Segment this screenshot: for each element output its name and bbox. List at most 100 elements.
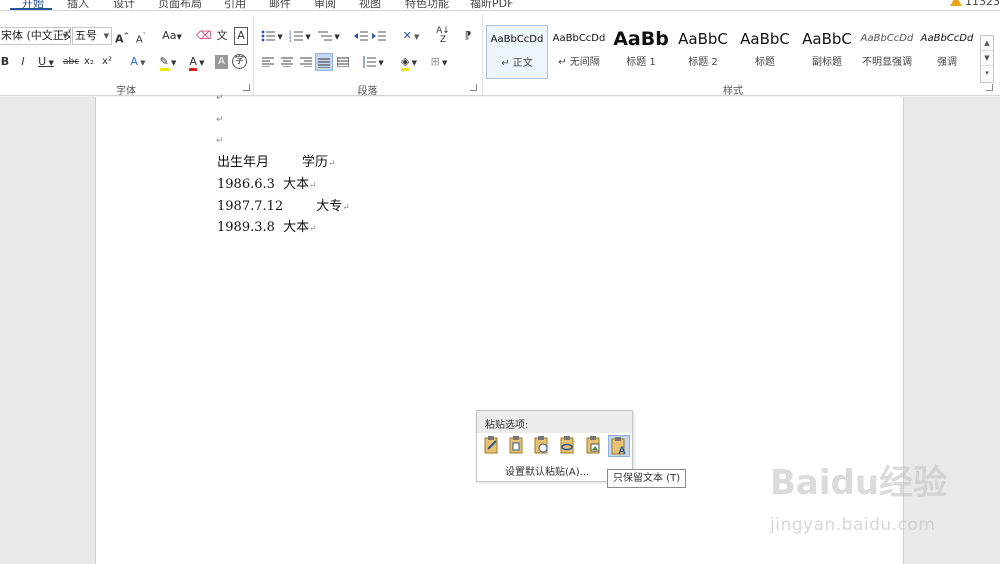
styles-group-label: 样式 <box>723 86 743 97</box>
tab-insert[interactable]: 插入 <box>67 0 89 10</box>
paste-keep-text-only-button[interactable]: A <box>608 435 630 457</box>
font-size-value: 五号 <box>75 29 97 42</box>
paste-keep-source-button[interactable] <box>480 435 502 457</box>
style-subtle-emphasis[interactable]: AaBbCcDd 不明显强调 <box>856 25 918 79</box>
style-emphasis[interactable]: AaBbCcDd 强调 <box>916 25 978 79</box>
svg-text:A: A <box>618 445 626 456</box>
style-name: 标题 1 <box>626 57 656 68</box>
bold-button[interactable]: B <box>0 53 10 71</box>
paste-picture-button[interactable] <box>582 435 604 457</box>
numbering-button[interactable]: 123 ▼ <box>288 27 312 45</box>
decrease-indent-button[interactable] <box>353 27 369 45</box>
bold-icon: B <box>0 55 10 68</box>
character-border-button[interactable]: A <box>234 27 248 45</box>
tab-view[interactable]: 视图 <box>359 0 381 10</box>
document-line[interactable]: 出生年月 学历↵ <box>217 151 336 170</box>
enclose-characters-icon: 字 <box>234 56 244 66</box>
styles-dialog-launcher-icon[interactable] <box>986 84 993 91</box>
change-case-button[interactable]: Aa▼ <box>160 27 184 45</box>
style-subtitle[interactable]: AaBbC 副标题 <box>796 25 858 79</box>
subscript-icon: x₂ <box>84 56 94 67</box>
paste-merge-formatting-button[interactable] <box>505 435 527 457</box>
text-effects-button[interactable]: A ▼ <box>126 53 150 71</box>
strikethrough-button[interactable]: abc <box>63 53 79 71</box>
paragraph-group-label: 段落 <box>357 86 378 97</box>
tab-page-layout[interactable]: 页面布局 <box>158 0 202 10</box>
enclose-characters-button[interactable]: 字 <box>232 54 247 69</box>
style-heading-1[interactable]: AaBb 标题 1 <box>610 25 672 79</box>
superscript-button[interactable]: x² <box>101 53 113 71</box>
styles-gallery-scroll[interactable]: ▲ ▼ ▾ <box>980 35 994 83</box>
scroll-up-icon[interactable]: ▲ <box>981 36 993 51</box>
document-line[interactable]: 1986.6.3 大本↵ <box>217 173 317 192</box>
warning-icon <box>950 0 962 6</box>
distributed-icon <box>336 57 350 68</box>
tab-review[interactable]: 审阅 <box>314 0 336 10</box>
svg-text:3: 3 <box>289 38 292 42</box>
phonetic-guide-icon: 文 <box>216 29 228 42</box>
shading-button[interactable]: ◈ ▼ <box>396 53 422 71</box>
highlight-color-button[interactable]: ✎ ▼ <box>155 53 181 71</box>
more-styles-icon[interactable]: ▾ <box>981 66 993 81</box>
italic-button[interactable]: I <box>18 53 28 71</box>
phonetic-guide-button[interactable]: 文 <box>215 27 229 45</box>
set-default-paste-link[interactable]: 设置默认粘贴(A)... <box>505 463 589 478</box>
underline-button[interactable]: U ▼ <box>36 53 56 71</box>
align-left-button[interactable] <box>260 53 276 71</box>
style-name: 标题 2 <box>688 57 718 68</box>
paragraph-dialog-launcher-icon[interactable] <box>470 84 477 91</box>
bullets-button[interactable]: ▼ <box>260 27 284 45</box>
user-account[interactable]: 11323 <box>950 0 1000 8</box>
shrink-font-button[interactable]: Aˇ <box>134 27 148 45</box>
style-preview: AaBb <box>613 28 669 50</box>
tab-special-features[interactable]: 特色功能 <box>405 0 449 10</box>
style-name: 不明显强调 <box>862 57 912 68</box>
merge-formatting-icon <box>509 436 523 454</box>
clear-formatting-button[interactable]: ⌫ <box>196 27 212 45</box>
font-size-combo[interactable]: 五号 ▼ <box>72 27 112 45</box>
font-color-button[interactable]: A ▼ <box>185 53 209 71</box>
watermark-url: jingyan.baidu.com <box>770 515 936 535</box>
style-preview: AaBbC <box>740 30 790 48</box>
font-name-combo[interactable]: 宋体 (中文正文 ▼ <box>0 27 71 45</box>
style-normal[interactable]: AaBbCcDd ↵ 正文 <box>486 25 548 79</box>
grow-font-button[interactable]: A^ <box>115 27 129 46</box>
paste-link-button[interactable] <box>556 435 578 457</box>
paste-use-destination-styles-button[interactable] <box>530 435 552 457</box>
align-center-button[interactable] <box>279 53 295 71</box>
chinese-layout-icon: ✕ <box>402 29 412 42</box>
character-shading-button[interactable]: A <box>215 55 228 69</box>
align-right-button[interactable] <box>298 53 314 71</box>
line-text: 1989.3.8 大本 <box>217 220 310 235</box>
style-no-spacing[interactable]: AaBbCcDd ↵ 无间隔 <box>548 25 610 79</box>
keep-text-only-icon: A <box>611 437 626 457</box>
style-heading-2[interactable]: AaBbC 标题 2 <box>672 25 734 79</box>
baidu-watermark: Baidu经验 jingyan.baidu.com <box>760 455 960 550</box>
sort-icon: A↓ Z <box>436 26 450 45</box>
font-name-value: 宋体 (中文正文 <box>1 29 71 42</box>
tab-foxit-pdf[interactable]: 福昕PDF <box>470 0 513 10</box>
document-line[interactable]: 1987.7.12 大专↵ <box>217 195 350 214</box>
line-spacing-button[interactable]: ▼ <box>360 53 386 71</box>
font-dialog-launcher-icon[interactable] <box>243 84 250 91</box>
paste-tooltip: 只保留文本 (T) <box>607 469 687 488</box>
tab-design[interactable]: 设计 <box>113 0 135 10</box>
line-spacing-icon <box>363 56 377 68</box>
style-preview: AaBbCcDd <box>490 34 544 45</box>
borders-button[interactable]: ⊞ ▼ <box>426 53 452 71</box>
subscript-button[interactable]: x₂ <box>83 53 95 71</box>
scroll-down-icon[interactable]: ▼ <box>981 51 993 66</box>
distributed-button[interactable] <box>335 53 351 71</box>
increase-indent-button[interactable] <box>371 27 387 45</box>
multilevel-list-button[interactable]: ▼ <box>316 27 342 45</box>
tab-mailings[interactable]: 邮件 <box>269 0 291 10</box>
chinese-layout-button[interactable]: ✕ ▼ <box>398 27 424 45</box>
sort-button[interactable]: A↓ Z <box>435 27 451 45</box>
justify-button[interactable] <box>315 53 333 71</box>
document-line[interactable]: 1989.3.8 大本↵ <box>217 216 317 235</box>
show-hide-marks-button[interactable]: ⁋ <box>462 27 474 45</box>
tab-references[interactable]: 引用 <box>224 0 246 10</box>
style-title[interactable]: AaBbC 标题 <box>734 25 796 79</box>
shrink-font-icon: A <box>135 34 143 46</box>
align-right-icon <box>300 57 312 68</box>
